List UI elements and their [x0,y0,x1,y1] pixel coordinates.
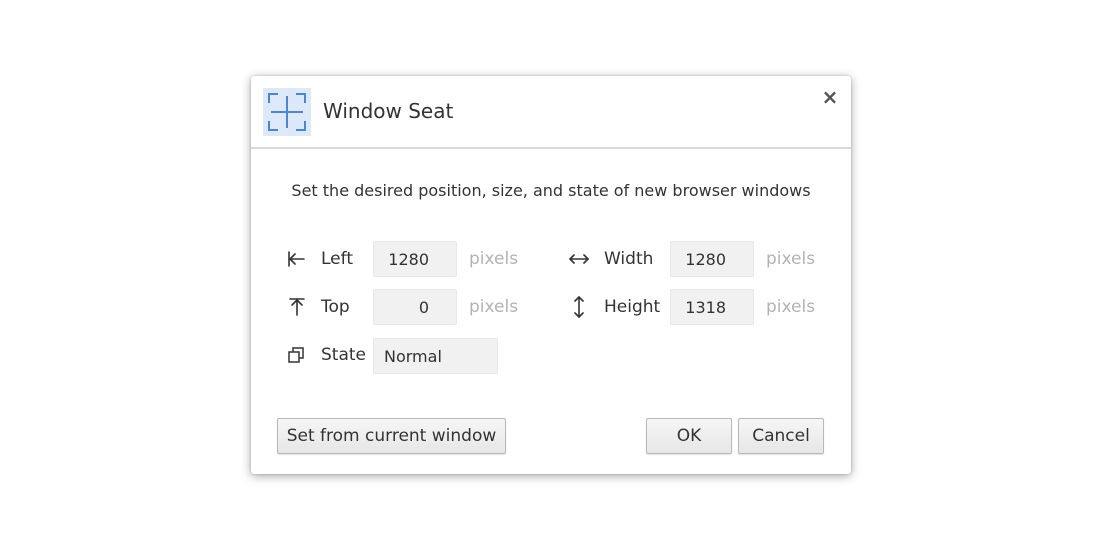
set-from-current-window-button[interactable]: Set from current window [277,418,506,454]
height-unit: pixels [766,297,816,317]
width-input[interactable] [670,241,754,277]
left-unit: pixels [469,249,519,269]
top-unit: pixels [469,297,519,317]
width-unit: pixels [766,249,816,269]
arrow-up-to-bar-icon [286,296,308,318]
width-label: Width [604,249,654,269]
state-label: State [321,345,366,365]
top-input[interactable] [373,289,457,325]
state-select[interactable] [373,338,498,374]
window-seat-dialog: Window Seat × Set the desired position, … [251,76,851,474]
vertical-resize-icon [568,296,590,318]
close-icon[interactable]: × [819,86,841,108]
height-label: Height [604,297,661,317]
ok-button[interactable]: OK [646,418,732,454]
dialog-description: Set the desired position, size, and stat… [291,181,811,200]
top-label: Top [321,297,350,317]
dialog-header: Window Seat × [251,76,851,149]
left-input[interactable] [373,241,457,277]
window-seat-crosshair-icon [263,88,311,136]
cancel-button[interactable]: Cancel [738,418,824,454]
restore-window-icon [286,344,308,366]
height-input[interactable] [670,289,754,325]
horizontal-resize-icon [568,248,590,270]
arrow-left-to-bar-icon [286,248,308,270]
dialog-title: Window Seat [323,99,454,123]
left-label: Left [321,249,353,269]
